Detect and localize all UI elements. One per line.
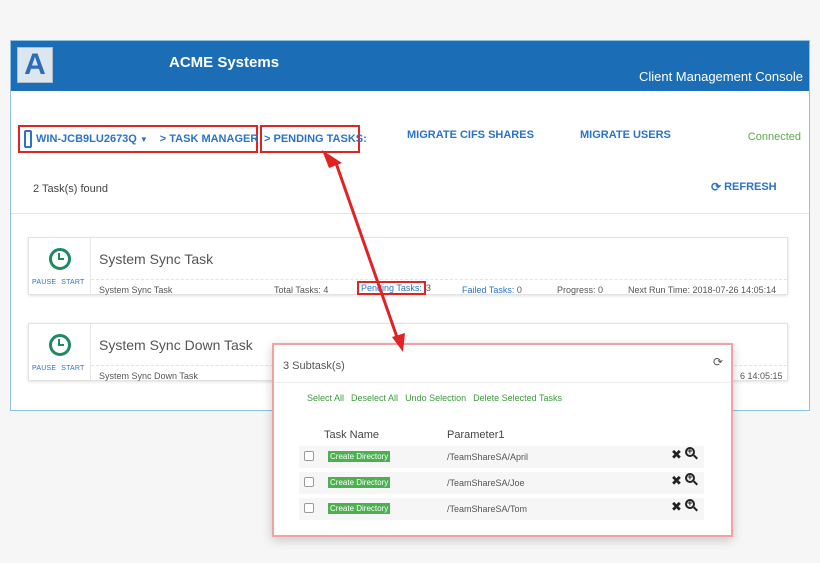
clock-icon — [49, 334, 71, 356]
parameter-value: /TeamShareSA/Joe — [447, 478, 525, 488]
table-row: Create Directory /TeamShareSA/Joe ✖ + — [299, 472, 704, 494]
next-run-time: Next Run Time: 2018-07-26 14:05:14 — [628, 285, 777, 295]
app-logo: A — [17, 47, 53, 83]
refresh-button[interactable]: ⟳ REFRESH — [711, 180, 777, 194]
pause-button[interactable]: PAUSE — [32, 279, 56, 286]
failed-tasks-stat: Failed Tasks: 0 — [462, 285, 522, 295]
zoom-in-icon[interactable]: + — [684, 498, 698, 512]
pending-tasks-link[interactable]: Pending Tasks: — [357, 281, 426, 295]
refresh-icon: ⟳ — [711, 180, 722, 194]
close-icon[interactable]: ✖ — [671, 499, 682, 514]
column-header-task-name: Task Name — [324, 429, 380, 441]
task-count: 2 Task(s) found — [33, 183, 109, 195]
row-checkbox[interactable] — [304, 503, 314, 513]
failed-tasks-link[interactable]: Failed Tasks: — [462, 285, 514, 295]
header-banner: A ACME Systems Client Management Console — [11, 41, 809, 91]
zoom-in-icon[interactable]: + — [684, 446, 698, 460]
task-card: PAUSE START System Sync Task System Sync … — [28, 237, 788, 295]
breadcrumb-task-manager[interactable]: > TASK MANAGER — [160, 133, 259, 145]
console-title: Client Management Console — [638, 69, 803, 84]
app-name: ACME Systems — [169, 54, 280, 71]
next-run-time: 6 14:05:15 — [740, 371, 783, 381]
pause-button[interactable]: PAUSE — [32, 365, 56, 372]
close-icon[interactable]: ✖ — [671, 473, 682, 488]
total-tasks: Total Tasks: 4 — [274, 285, 329, 295]
popup-title: 3 Subtask(s) — [283, 360, 345, 372]
parameter-value: /TeamShareSA/April — [447, 452, 529, 462]
select-all-link[interactable]: Select All — [307, 393, 344, 403]
migrate-cifs-shares-link[interactable]: MIGRATE CIFS SHARES — [407, 129, 534, 141]
start-button[interactable]: START — [61, 279, 84, 286]
task-type-badge: Create Directory — [328, 451, 391, 462]
task-name: System Sync Down Task — [99, 337, 253, 353]
start-button[interactable]: START — [61, 365, 84, 372]
parameter-value: /TeamShareSA/Tom — [447, 504, 528, 514]
close-icon[interactable]: ✖ — [671, 447, 682, 462]
progress-stat: Progress: 0 — [557, 285, 604, 295]
refresh-icon[interactable]: ⟳ — [713, 355, 723, 369]
nav-breadcrumb: WIN-JCB9LU2673Q ▼ > TASK MANAGER — [18, 125, 258, 153]
deselect-all-link[interactable]: Deselect All — [351, 393, 398, 403]
server-list-icon[interactable] — [24, 130, 32, 148]
table-row: Create Directory /TeamShareSA/Tom ✖ + — [299, 498, 704, 520]
migrate-users-link[interactable]: MIGRATE USERS — [580, 129, 671, 141]
chevron-down-icon[interactable]: ▼ — [140, 135, 148, 144]
task-name: System Sync Task — [99, 251, 214, 267]
server-selector[interactable]: WIN-JCB9LU2673Q — [36, 133, 137, 145]
task-type-badge: Create Directory — [328, 477, 391, 488]
undo-selection-link[interactable]: Undo Selection — [405, 393, 466, 403]
table-row: Create Directory /TeamShareSA/April ✖ + — [299, 446, 704, 468]
task-subname: System Sync Down Task — [99, 371, 198, 381]
subtask-actions: Select All Deselect All Undo Selection Dele… — [307, 393, 562, 403]
breadcrumb-pending-tasks[interactable]: > PENDING TASKS: — [260, 125, 367, 153]
pending-tasks-stat: Pending Tasks: 3 — [357, 281, 431, 295]
task-subname: System Sync Task — [99, 285, 173, 295]
divider — [11, 213, 809, 214]
clock-icon — [49, 248, 71, 270]
subtasks-popup: 3 Subtask(s) ⟳ Select All Deselect All Und… — [272, 343, 733, 537]
zoom-in-icon[interactable]: + — [684, 472, 698, 486]
row-checkbox[interactable] — [304, 477, 314, 487]
connection-status: Connected — [747, 131, 801, 143]
task-type-badge: Create Directory — [328, 503, 391, 514]
column-header-parameter1: Parameter1 — [447, 429, 505, 441]
row-checkbox[interactable] — [304, 451, 314, 461]
delete-selected-link[interactable]: Delete Selected Tasks — [473, 393, 562, 403]
